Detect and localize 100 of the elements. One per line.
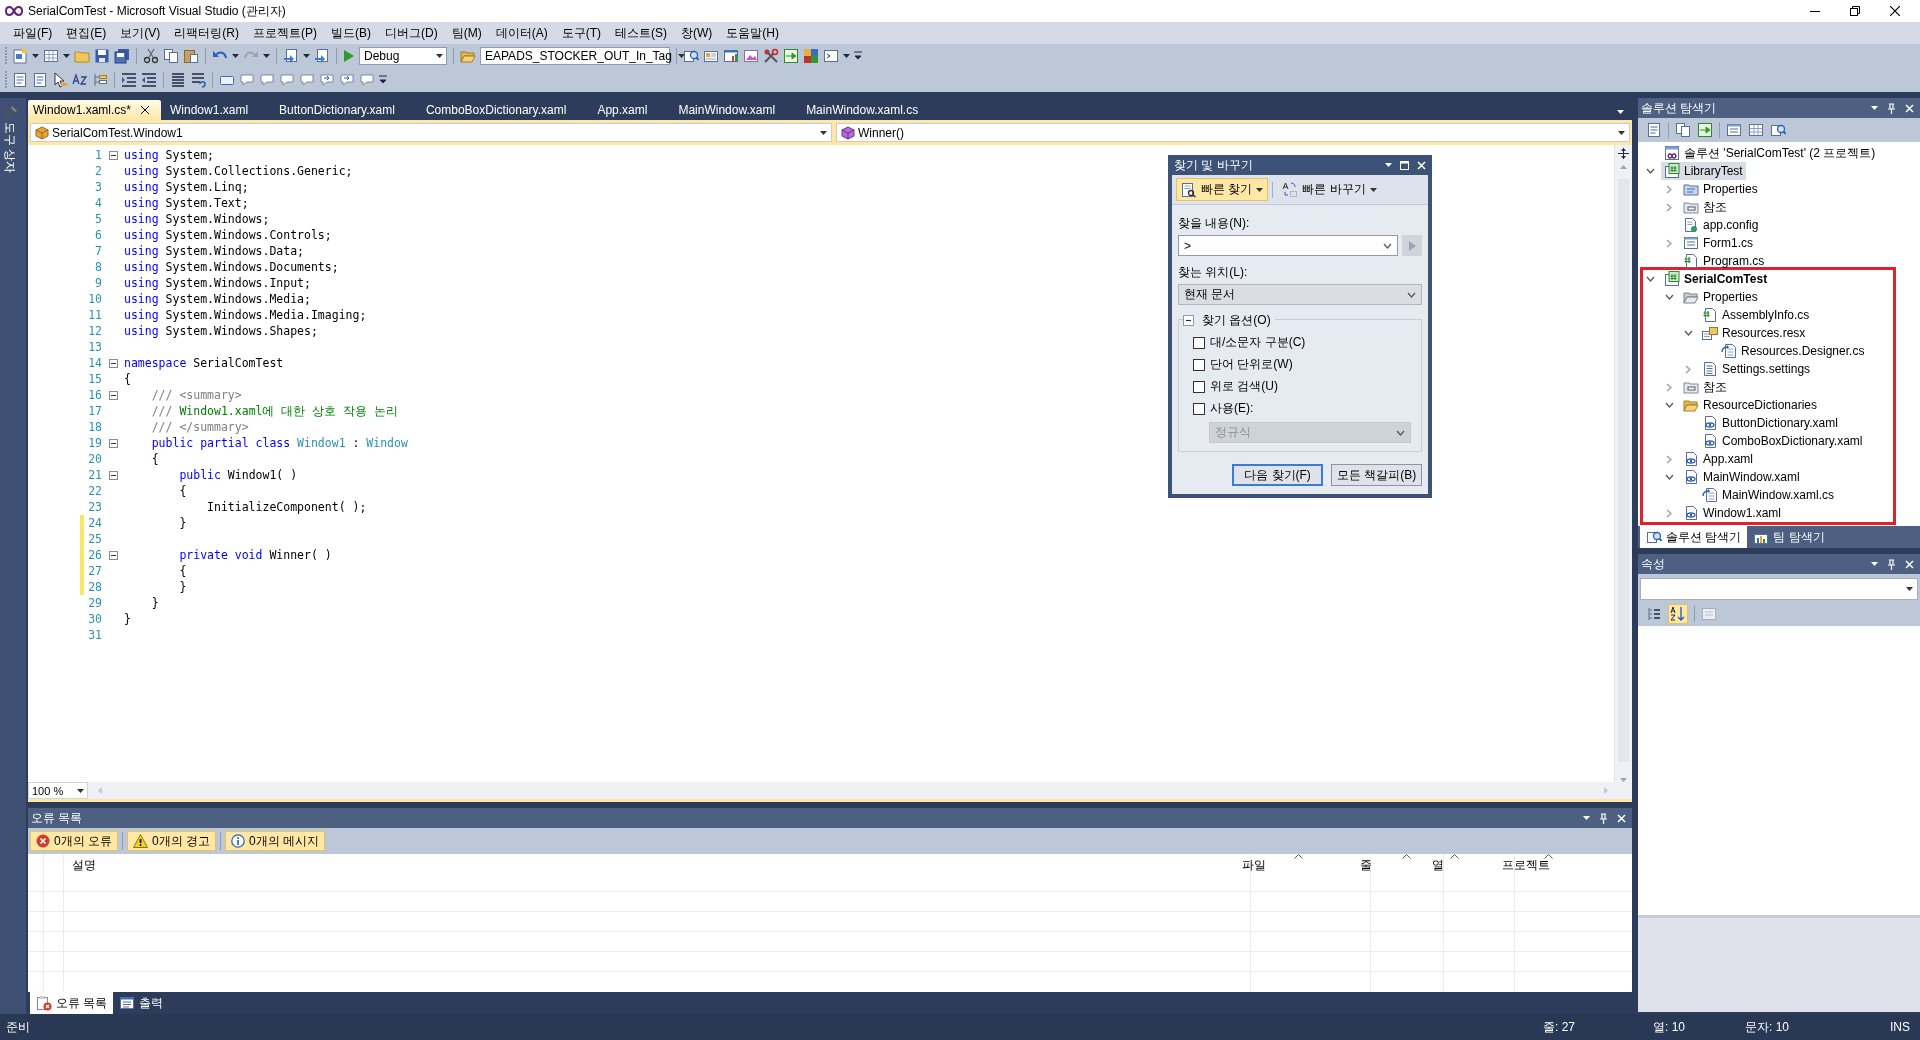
filter-button[interactable]: 0개의 메시지 — [225, 831, 326, 851]
tree-item[interactable]: SerialComTest — [1661, 270, 1771, 288]
window-icon[interactable] — [823, 48, 839, 64]
panel-close-icon[interactable] — [1617, 813, 1626, 823]
tree-icon[interactable] — [92, 72, 108, 88]
pin-icon[interactable] — [1887, 558, 1896, 570]
copy-icon[interactable] — [1675, 122, 1691, 138]
caret-icon[interactable] — [63, 54, 70, 58]
dialog-button[interactable]: 모든 책갈피(B) — [1331, 464, 1422, 486]
column-header[interactable]: 프로젝트 — [1493, 854, 1632, 876]
fold-icon[interactable] — [109, 150, 118, 160]
document-tab[interactable]: ButtonDictionary.xaml — [274, 100, 407, 120]
mode-tab[interactable]: 빠른 바꾸기 — [1277, 178, 1382, 201]
document-tab[interactable]: Window1.xaml — [165, 100, 261, 120]
close-icon[interactable] — [141, 106, 150, 114]
bubble-arrow-icon[interactable] — [339, 72, 355, 88]
tools-icon[interactable] — [763, 48, 779, 64]
chevron-down-icon[interactable] — [1664, 402, 1674, 408]
arrow-box-icon[interactable] — [1697, 122, 1713, 138]
chevron-down-icon[interactable] — [1664, 294, 1674, 300]
comment-icon[interactable] — [190, 72, 206, 88]
tree-item[interactable]: Program.cs — [1680, 252, 1768, 270]
grid-icon[interactable] — [43, 48, 59, 64]
filter-button[interactable]: 0개의 오류 — [30, 831, 118, 851]
chevron-down-icon[interactable] — [1664, 474, 1674, 480]
lines-icon[interactable] — [170, 72, 186, 88]
new-project-icon[interactable] — [12, 48, 28, 64]
fold-icon[interactable] — [109, 470, 118, 480]
blocks-icon[interactable] — [803, 48, 819, 64]
magnifier-icon[interactable] — [1770, 122, 1786, 138]
chevron-right-icon[interactable] — [1666, 184, 1672, 194]
menu-item[interactable]: 파일(F) — [6, 22, 60, 44]
tree-item[interactable]: ResourceDictionaries — [1680, 396, 1821, 414]
panel-tab[interactable]: 팀 탐색기 — [1747, 526, 1831, 548]
tree-item[interactable]: ComboBoxDictionary.xaml — [1699, 432, 1866, 450]
chevron-right-icon[interactable] — [1666, 382, 1672, 392]
paste-icon[interactable] — [183, 48, 199, 64]
arrow-box-icon[interactable] — [783, 48, 799, 64]
menu-item[interactable]: 리팩터링(R) — [167, 22, 246, 44]
fold-icon[interactable] — [109, 550, 118, 560]
tree-item[interactable]: Resources.Designer.cs — [1718, 342, 1868, 360]
fold-icon[interactable] — [109, 390, 118, 400]
chevron-down-icon[interactable] — [1683, 330, 1693, 336]
tree-item[interactable]: 솔루션 'SerialComTest' (2 프로젝트) — [1661, 144, 1879, 162]
chevron-right-icon[interactable] — [1685, 364, 1691, 374]
caret-icon[interactable] — [843, 54, 850, 58]
tree-item[interactable]: Properties — [1680, 180, 1761, 198]
checkbox[interactable] — [1193, 380, 1205, 393]
member-dropdown[interactable]: Winner() — [836, 123, 1630, 142]
document-lines-icon[interactable] — [32, 72, 48, 88]
menu-item[interactable]: 편집(E) — [59, 22, 114, 44]
mode-tab[interactable]: 빠른 찾기 — [1176, 178, 1269, 201]
outdent-icon[interactable] — [141, 72, 157, 88]
chevron-right-icon[interactable] — [1666, 238, 1672, 248]
sort-az-icon[interactable] — [1670, 606, 1686, 622]
fold-icon[interactable] — [109, 358, 118, 368]
tree-item[interactable]: Properties — [1680, 288, 1761, 306]
caret-icon[interactable] — [263, 54, 270, 58]
tree-item[interactable]: ButtonDictionary.xaml — [1699, 414, 1841, 432]
tree-item[interactable]: MainWindow.xaml.cs — [1699, 486, 1838, 504]
tree-item[interactable]: app.config — [1680, 216, 1762, 234]
document-tab[interactable]: App.xaml — [592, 100, 660, 120]
document-tab[interactable]: MainWindow.xaml.cs — [801, 100, 931, 120]
panel-close-icon[interactable] — [1905, 559, 1914, 569]
document-lines-icon[interactable] — [12, 72, 28, 88]
fold-icon[interactable] — [109, 438, 118, 448]
pin-icon[interactable] — [1887, 102, 1896, 114]
form-icon[interactable] — [1726, 122, 1742, 138]
minus-box-icon[interactable] — [1183, 315, 1194, 326]
menu-item[interactable]: 도움말(H) — [719, 22, 786, 44]
panel-caret-icon[interactable] — [1871, 562, 1878, 566]
indent-icon[interactable] — [121, 72, 137, 88]
grip-icon[interactable] — [4, 46, 8, 66]
disks-icon[interactable] — [114, 48, 130, 64]
menu-item[interactable]: 데이터(A) — [488, 22, 555, 44]
copy-icon[interactable] — [163, 48, 179, 64]
type-dropdown[interactable]: SerialComTest.Window1 — [30, 123, 832, 142]
checkbox[interactable] — [1193, 358, 1205, 371]
zoom-dropdown[interactable]: 100 % — [28, 782, 88, 799]
tree-item[interactable]: AssemblyInfo.cs — [1699, 306, 1813, 324]
pin-icon[interactable] — [1599, 812, 1608, 824]
panel-tab[interactable]: 솔루션 탐색기 — [1640, 526, 1748, 548]
chevron-down-icon[interactable] — [1645, 168, 1655, 174]
configuration-dropdown[interactable]: Debug — [359, 47, 447, 65]
panel-tab[interactable]: 오류 목록 — [30, 992, 114, 1014]
look-in-dropdown[interactable]: 현재 문서 — [1178, 284, 1422, 305]
checkbox[interactable] — [1193, 402, 1205, 415]
panel-caret-icon[interactable] — [1617, 110, 1624, 114]
close-icon[interactable] — [1890, 6, 1900, 16]
overflow-icon[interactable] — [379, 75, 387, 85]
caret-icon[interactable] — [303, 54, 310, 58]
column-header[interactable]: 파일 — [1233, 854, 1352, 876]
tree-item[interactable]: MainWindow.xaml — [1680, 468, 1803, 486]
tree-item[interactable]: Window1.xaml — [1680, 504, 1785, 522]
tree-item[interactable]: Settings.settings — [1699, 360, 1814, 378]
card-icon[interactable] — [703, 48, 719, 64]
grip-icon[interactable] — [4, 70, 8, 90]
column-header[interactable]: 설명 — [64, 854, 1234, 876]
tree-item[interactable]: App.xaml — [1680, 450, 1757, 468]
menu-item[interactable]: 팀(M) — [444, 22, 489, 44]
